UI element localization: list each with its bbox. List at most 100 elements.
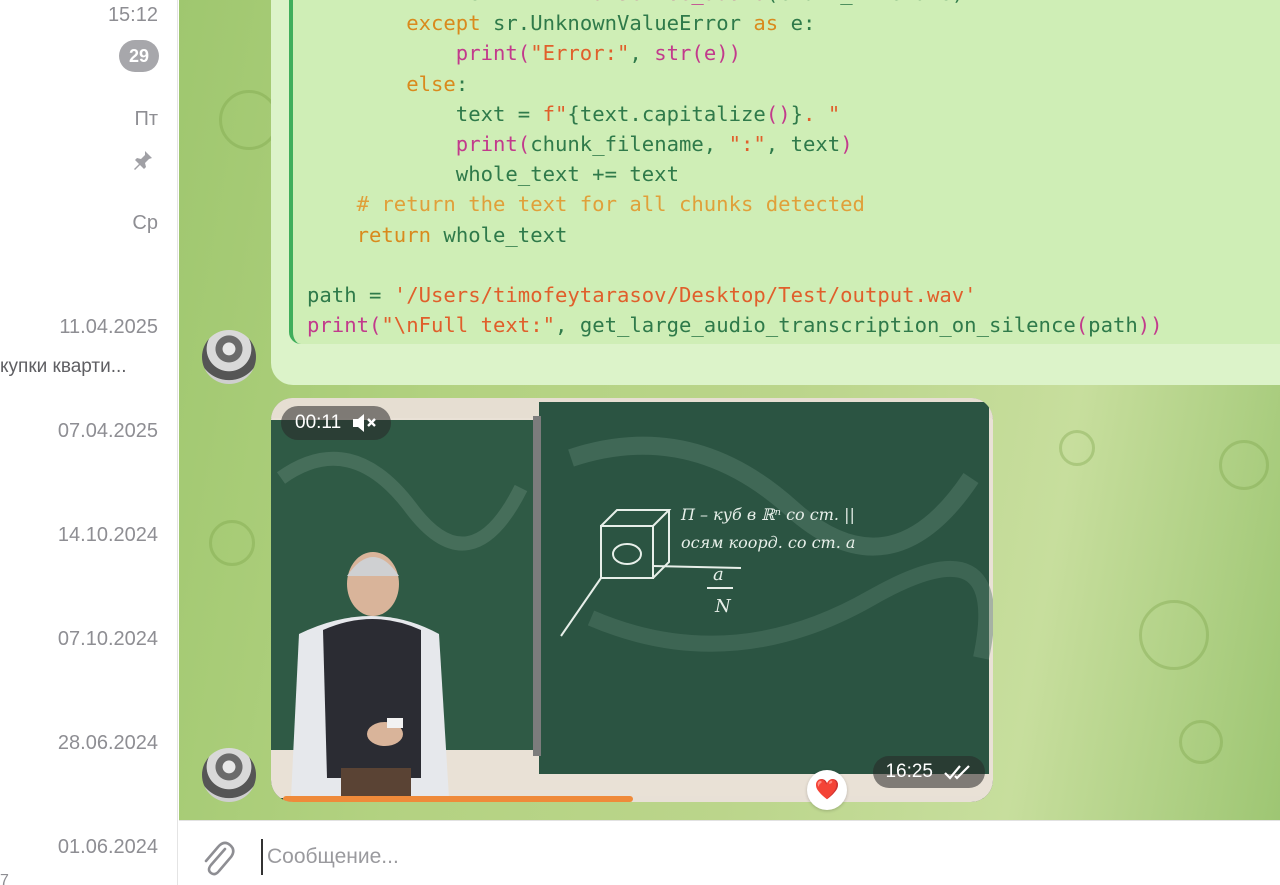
message-time: 16:25 [885,761,933,782]
wallpaper-doodle [209,520,255,566]
code-line: print("\nFull text:", get_large_audio_tr… [307,310,1163,340]
code-token: '/Users/timofeytarasov/Desktop/Test/outp… [393,282,977,307]
code-token: ( [517,131,531,156]
code-token: "\nFull text:" [381,313,555,338]
video-progress-fill [283,796,633,802]
video-progress-bar[interactable] [283,796,983,802]
double-check-icon [944,765,970,780]
code-line: whole_text += text [307,159,1163,189]
code-token: ) [952,0,964,5]
code-token: whole_text [431,222,568,247]
code-token: as [741,11,791,36]
code-line: # return the text for all chunks detecte… [307,189,1163,219]
paperclip-icon[interactable] [199,839,237,879]
code-token: text [456,0,506,5]
chat-date: Ср [132,212,158,234]
chat-date: 01.06.2024 [57,836,158,858]
reaction-badge[interactable]: ❤️ [807,770,847,810]
chat-date: 15:12 [107,4,158,26]
chat-preview: купки кварти... [0,356,127,377]
code-token: return [356,222,432,247]
code-token: text. [579,101,642,126]
wallpaper-doodle [219,90,279,150]
chat-date: 14.10.2024 [57,524,158,546]
code-token: e: [790,11,816,36]
code-line: text = r.transcribe_audio(chunk_filename… [307,0,1163,8]
board-text-line: a [713,564,724,585]
video-message[interactable]: П – куб в ℝⁿ со ст. || осям коорд. со ст… [271,398,993,802]
wallpaper-doodle [1139,600,1209,670]
code-token: , [629,41,655,66]
speaker-muted-icon[interactable] [351,412,377,434]
code-token: text [455,101,506,126]
board-text-line: осям коорд. со ст. a [681,533,855,552]
compose-bar [179,820,1280,885]
code-line: return whole_text [307,220,1163,250]
wallpaper-doodle [1179,720,1223,764]
message-input[interactable] [261,839,1241,875]
heart-reaction: ❤️ [814,779,840,801]
code-token: () [765,101,791,126]
chat-date: 07.04.2025 [57,420,158,442]
code-token: print [455,131,518,156]
avatar[interactable] [202,748,256,802]
code-line: print(chunk_filename, ":", text) [307,129,1163,159]
code-token: ( [766,0,778,5]
wallpaper-doodle [1059,430,1095,466]
code-token: f" [542,101,568,126]
code-token: whole_text += text [455,162,679,187]
code-token: , text [765,131,841,156]
chat-date: 07.10.2024 [57,628,158,650]
chat-list-panel: 15:12 29 Пт Ср 11.04.2025 купки кварти..… [0,0,178,885]
chat-list-fragment: 7 [0,872,9,885]
code-token: )) [1137,313,1163,338]
video-frame[interactable]: П – куб в ℝⁿ со ст. || осям коорд. со ст… [271,398,993,798]
chat-date: Пт [134,108,158,130]
code-token: path [307,282,357,307]
chat-date: 28.06.2024 [57,732,158,754]
code-token: = [505,101,543,126]
code-line: path = '/Users/timofeytarasov/Desktop/Te… [307,280,1163,310]
wallpaper-doodle [1219,440,1269,490]
code-token: ( [1075,313,1089,338]
code-token: ( [517,41,531,66]
chat-area: text = r.transcribe_audio(chunk_filename… [179,0,1280,820]
code-token: : [455,71,469,96]
chat-date: 11.04.2025 [59,316,158,338]
code-token: print [307,313,369,338]
code-line: else: [307,69,1163,99]
code-token: . " [803,101,841,126]
video-timer[interactable]: 00:11 [281,406,392,440]
code-token: ":" [728,131,766,156]
code-token: transcribe_audio [567,0,765,5]
code-token: r [543,0,555,5]
board-text-line: П – куб в ℝⁿ со ст. || [680,505,855,524]
code-line: except sr.UnknownValueError as e: [307,8,1163,38]
code-token: get_large_audio_transcription_on_silence [579,313,1076,338]
code-token: else [406,71,456,96]
code-token: = [505,0,542,5]
code-text[interactable]: text = r.transcribe_audio(chunk_filename… [307,0,1163,340]
avatar[interactable] [202,330,256,384]
code-line: print("Error:", str(e)) [307,38,1163,68]
code-token: } [790,101,804,126]
code-token: chunk_filename [778,0,952,5]
code-token: ) [840,131,853,156]
code-token: (e)) [691,41,742,66]
code-token: print [455,41,518,66]
pin-icon [134,151,152,170]
code-token: . [555,0,567,5]
code-token: capitalize [641,101,766,126]
code-token: except [406,11,481,36]
code-token: # return the text for all chunks detecte… [356,192,865,217]
code-token: chunk_filename, [530,131,729,156]
code-token: { [567,101,580,126]
